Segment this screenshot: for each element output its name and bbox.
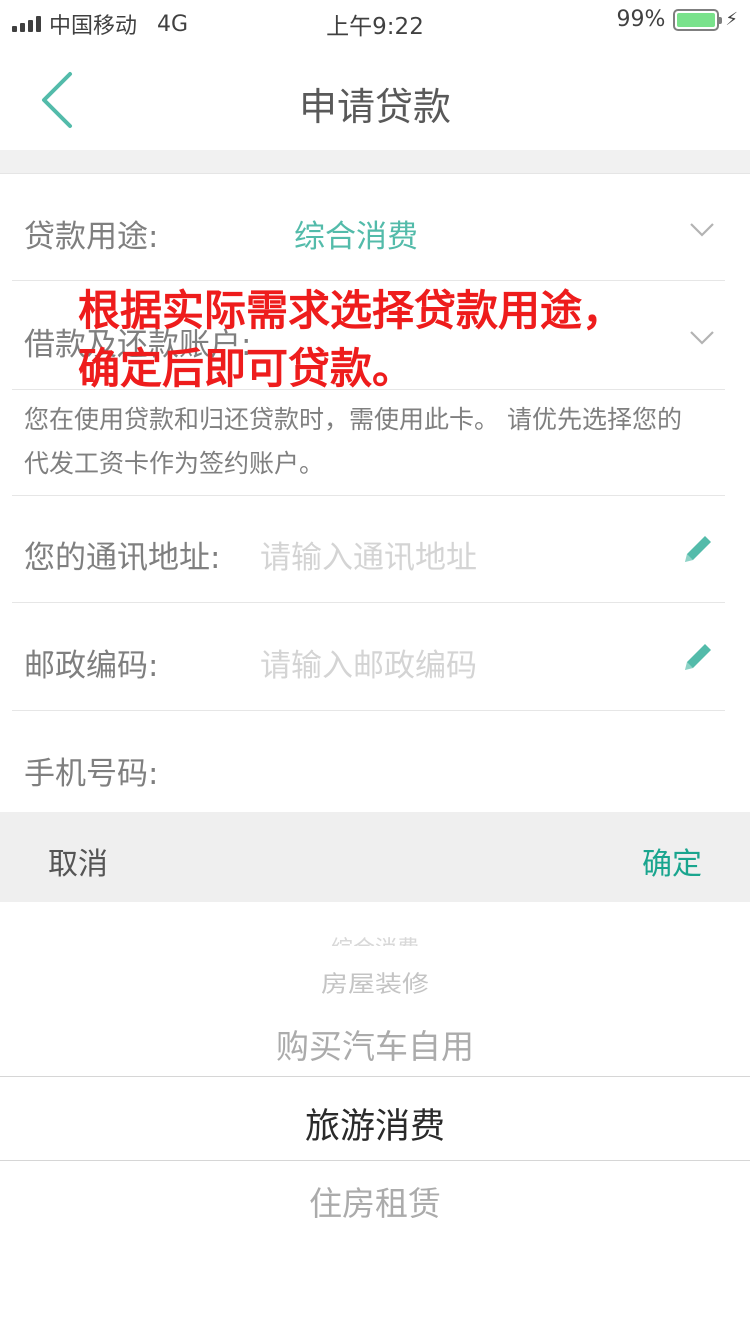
- picker-option[interactable]: 住房租赁: [0, 1177, 750, 1225]
- pencil-icon[interactable]: [681, 532, 715, 566]
- status-right: 99% ⚡: [616, 7, 738, 32]
- battery-percent: 99%: [616, 7, 666, 32]
- phone-label: 手机号码:: [24, 756, 159, 792]
- annotation-line-2: 确定后即可贷款。: [78, 344, 415, 393]
- chevron-down-icon[interactable]: [689, 330, 715, 346]
- postal-input[interactable]: 请输入邮政编码: [260, 640, 477, 685]
- picker-option-selected[interactable]: 旅游消费: [0, 1098, 750, 1149]
- picker-toolbar: 取消 确定: [0, 812, 750, 902]
- account-note: 您在使用贷款和归还贷款时，需使用此卡。 请优先选择您的代发工资卡作为签约账户。: [24, 405, 682, 478]
- pencil-icon[interactable]: [681, 640, 715, 674]
- picker-selection-top-line: [0, 1076, 750, 1077]
- postal-label: 邮政编码:: [24, 648, 159, 684]
- purpose-value[interactable]: 综合消费: [294, 211, 418, 256]
- purpose-picker[interactable]: 综合消费 房屋装修 购买汽车自用 旅游消费 住房租赁: [0, 902, 750, 1334]
- account-note-row: 您在使用贷款和归还贷款时，需使用此卡。 请优先选择您的代发工资卡作为签约账户。: [12, 390, 725, 496]
- postal-row[interactable]: 邮政编码: 请输入邮政编码: [12, 603, 725, 711]
- nav-bar: 申请贷款: [0, 40, 750, 150]
- cancel-button[interactable]: 取消: [48, 839, 108, 883]
- address-row[interactable]: 您的通讯地址: 请输入通讯地址: [12, 496, 725, 603]
- page-title: 申请贷款: [298, 85, 451, 129]
- battery-icon: [673, 8, 723, 31]
- charging-icon: ⚡: [725, 9, 738, 30]
- phone-row[interactable]: 手机号码:: [12, 711, 725, 812]
- purpose-row[interactable]: 贷款用途: 综合消费: [12, 174, 725, 281]
- picker-selection-bottom-line: [0, 1160, 750, 1161]
- status-bar: 中国移动 4G 上午9:22 99% ⚡: [0, 0, 750, 40]
- picker-option[interactable]: 购买汽车自用: [0, 1020, 750, 1068]
- chevron-down-icon[interactable]: [689, 222, 715, 238]
- address-input[interactable]: 请输入通讯地址: [260, 532, 477, 577]
- picker-option[interactable]: 综合消费: [0, 930, 750, 946]
- annotation-text: 根据实际需求选择贷款用途， 确定后即可贷款。: [78, 282, 624, 398]
- address-label: 您的通讯地址:: [24, 540, 221, 576]
- annotation-line-1: 根据实际需求选择贷款用途，: [78, 286, 625, 335]
- section-divider: [0, 150, 750, 174]
- purpose-label: 贷款用途:: [24, 219, 159, 255]
- picker-option[interactable]: 房屋装修: [0, 965, 750, 998]
- confirm-button[interactable]: 确定: [642, 839, 702, 883]
